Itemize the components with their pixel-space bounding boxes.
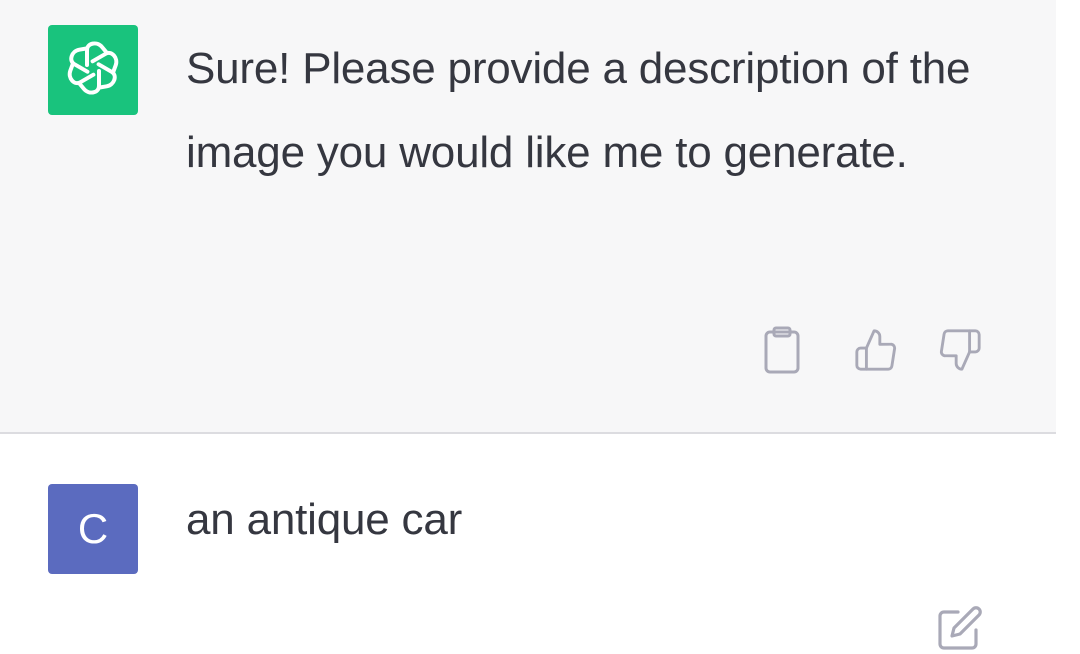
assistant-avatar <box>48 25 138 115</box>
user-message: C an antique car <box>0 436 1056 654</box>
edit-icon[interactable] <box>934 602 986 654</box>
user-avatar: C <box>48 484 138 574</box>
thumbs-up-icon[interactable] <box>850 324 902 376</box>
user-message-text: an antique car <box>186 495 463 544</box>
thumbs-down-icon[interactable] <box>934 324 986 376</box>
clipboard-icon[interactable] <box>756 324 808 376</box>
assistant-message: Sure! Please provide a description of th… <box>0 0 1056 434</box>
message-actions <box>756 324 992 376</box>
openai-logo-icon <box>60 35 126 106</box>
assistant-message-text: Sure! Please provide a description of th… <box>186 44 971 177</box>
